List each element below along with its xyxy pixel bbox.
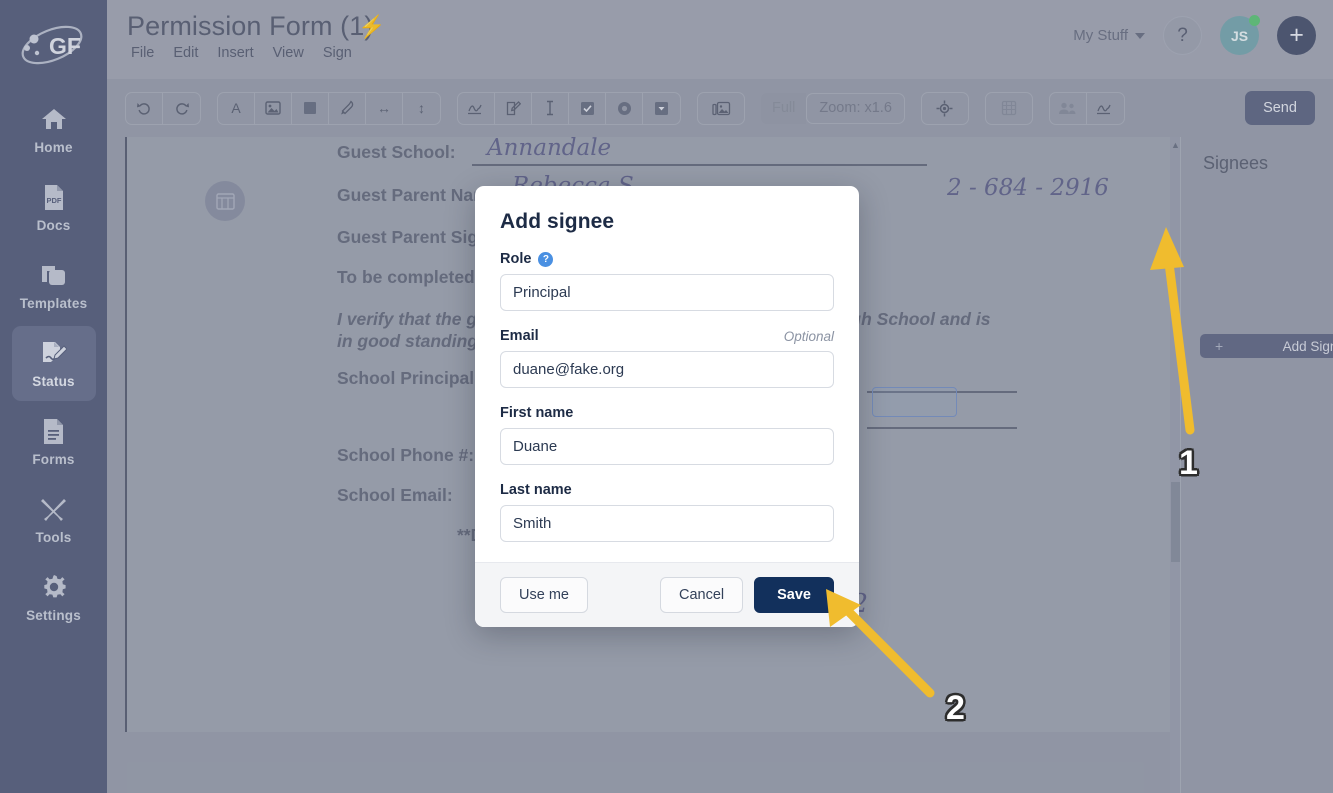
- last-name-input[interactable]: [500, 505, 834, 542]
- dialog-title: Add signee: [500, 210, 615, 233]
- annotation-number-2: 2: [946, 689, 965, 727]
- first-name-input[interactable]: [500, 428, 834, 465]
- first-name-label: First name: [500, 405, 574, 421]
- field-label-row: Last name: [500, 482, 834, 498]
- field-group-first-name: First name: [500, 405, 834, 465]
- annotation-number-1: 1: [1179, 444, 1198, 482]
- cancel-button[interactable]: Cancel: [659, 577, 744, 613]
- field-group-role: Role ?: [500, 251, 834, 311]
- field-label-row: Email Optional: [500, 328, 834, 344]
- help-icon[interactable]: ?: [538, 251, 554, 267]
- email-label: Email: [500, 328, 539, 344]
- field-group-email: Email Optional: [500, 328, 834, 388]
- email-optional-label: Optional: [783, 328, 834, 344]
- role-label-text: Role: [500, 251, 532, 267]
- field-label-row: Role ?: [500, 251, 834, 267]
- role-input[interactable]: [500, 274, 834, 311]
- save-button[interactable]: Save: [754, 577, 834, 613]
- email-input[interactable]: [500, 351, 834, 388]
- role-label: Role ?: [500, 251, 554, 267]
- field-group-last-name: Last name: [500, 482, 834, 542]
- dialog-footer: Use me Cancel Save: [475, 562, 859, 627]
- app-root: GF Home PDF Docs Templates Status Forms …: [0, 0, 1333, 793]
- use-me-button[interactable]: Use me: [500, 577, 588, 613]
- add-signee-dialog: Add signee Role ? Email Optional: [475, 186, 859, 627]
- last-name-label: Last name: [500, 482, 572, 498]
- field-label-row: First name: [500, 405, 834, 421]
- dialog-primary-actions: Cancel Save: [659, 577, 834, 613]
- dialog-body: Add signee Role ? Email Optional: [475, 186, 859, 562]
